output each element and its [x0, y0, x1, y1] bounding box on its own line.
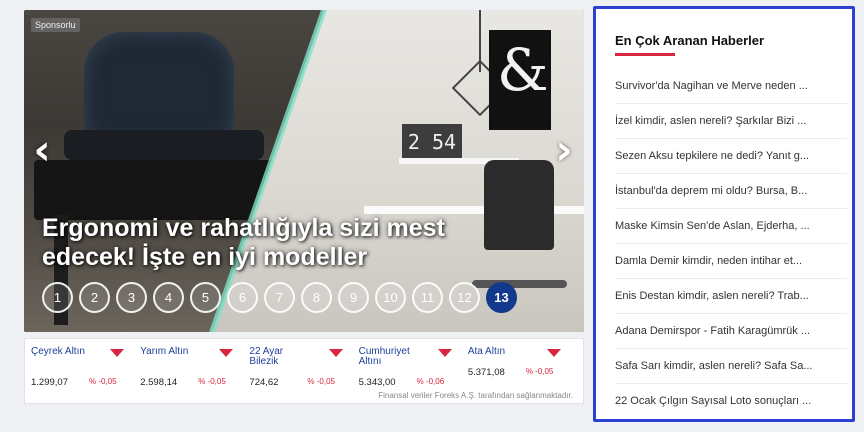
page-dot[interactable]: 6 [227, 282, 258, 313]
page-dot[interactable]: 12 [449, 282, 480, 313]
title-underline [615, 53, 675, 56]
news-link[interactable]: Sezen Aksu tepkilere ne dedi? Yanıt g... [615, 139, 847, 174]
ticker-item-name: Cumhuriyet Altını [358, 346, 410, 367]
ticker-item[interactable]: Çeyrek Altın 1.299,07 % -0,05 [31, 347, 140, 389]
ticker-item-value: 724,62 [249, 377, 279, 388]
ticker-item-name: Çeyrek Altın [31, 346, 85, 357]
most-searched-news-panel: En Çok Aranan Haberler Survivor'da Nagih… [593, 6, 855, 422]
news-link[interactable]: İstanbul'da deprem mi oldu? Bursa, B... [615, 174, 847, 209]
page-dot[interactable]: 7 [264, 282, 295, 313]
chair-illustration [84, 32, 234, 142]
ticker-item-change: % -0,06 [416, 377, 445, 386]
slide-headline[interactable]: Ergonomi ve rahatlığıyla sizi mest edece… [42, 214, 512, 272]
gold-price-ticker: Çeyrek Altın 1.299,07 % -0,05 Yarım Altı… [24, 338, 584, 404]
ticker-item-change: % -0,05 [198, 377, 226, 386]
featured-slider[interactable]: & 2 54 Sponsorlu ‹ › Ergonomi ve rahatlı… [24, 10, 584, 332]
news-link[interactable]: Safa Sarı kimdir, aslen nereli? Safa Sa.… [615, 349, 847, 384]
page-dot-active[interactable]: 13 [486, 282, 517, 313]
page-dot[interactable]: 10 [375, 282, 406, 313]
ticker-item-name: Yarım Altın [140, 346, 189, 357]
ticker-item-change: % -0,05 [89, 377, 117, 386]
down-arrow-icon [437, 349, 452, 357]
ticker-footer-note: Finansal veriler Foreks A.Ş. tarafından … [378, 391, 573, 400]
page-dot[interactable]: 5 [190, 282, 221, 313]
ticker-item-name: 22 Ayar Bilezik [249, 346, 284, 367]
ticker-item-value: 5.371,08 [467, 367, 505, 378]
news-link[interactable]: Damla Demir kimdir, neden intihar et... [615, 244, 847, 279]
page-dot[interactable]: 9 [338, 282, 369, 313]
ticker-item-value: 1.299,07 [31, 377, 68, 388]
page-dot[interactable]: 2 [79, 282, 110, 313]
ticker-item-change: % -0,05 [525, 367, 554, 376]
page-dot[interactable]: 11 [412, 282, 443, 313]
page-dot[interactable]: 8 [301, 282, 332, 313]
ticker-item-value: 5.343,00 [358, 377, 396, 388]
page-dot[interactable]: 3 [116, 282, 147, 313]
next-slide-arrow-icon[interactable]: › [552, 129, 576, 171]
down-arrow-icon [328, 349, 343, 357]
page-dot[interactable]: 4 [153, 282, 184, 313]
news-link[interactable]: İzel kimdir, aslen nereli? Şarkılar Bizi… [615, 104, 847, 139]
news-link[interactable]: 22 Ocak Çılgın Sayısal Loto sonuçları ..… [615, 384, 847, 419]
ticker-item-name: Ata Altın [467, 346, 506, 357]
frame-symbol: & [497, 36, 549, 104]
news-list: Survivor'da Nagihan ve Merve neden ... İ… [615, 69, 847, 419]
news-link[interactable]: Enis Destan kimdir, aslen nereli? Trab..… [615, 279, 847, 314]
down-arrow-icon [219, 349, 234, 357]
news-link[interactable]: Survivor'da Nagihan ve Merve neden ... [615, 69, 847, 104]
down-arrow-icon [547, 349, 562, 357]
slide-pagination: 1 2 3 4 5 6 7 8 9 10 11 12 13 [42, 282, 517, 313]
sponsored-badge: Sponsorlu [31, 18, 80, 32]
ticker-item[interactable]: Cumhuriyet Altını 5.343,00 % -0,06 [359, 347, 468, 389]
ticker-item[interactable]: 22 Ayar Bilezik 724,62 % -0,05 [249, 347, 358, 389]
chair-seat-illustration [64, 130, 264, 160]
news-link[interactable]: Maske Kimsin Sen'de Aslan, Ejderha, ... [615, 209, 847, 244]
prev-slide-arrow-icon[interactable]: ‹ [30, 129, 54, 171]
ticker-item-change: % -0,05 [307, 377, 335, 386]
ticker-item[interactable]: Yarım Altın 2.598,14 % -0,05 [140, 347, 249, 389]
desk-clock-illustration: 2 54 [402, 124, 462, 160]
page-dot[interactable]: 1 [42, 282, 73, 313]
ticker-item[interactable]: Ata Altın 5.371,08 % -0,05 [468, 347, 577, 389]
news-link[interactable]: Adana Demirspor - Fatih Karagümrük ... [615, 314, 847, 349]
ticker-item-value: 2.598,14 [140, 377, 178, 388]
wall-frame-illustration: & [489, 30, 551, 130]
down-arrow-icon [110, 349, 125, 357]
panel-title: En Çok Aranan Haberler [615, 33, 765, 48]
